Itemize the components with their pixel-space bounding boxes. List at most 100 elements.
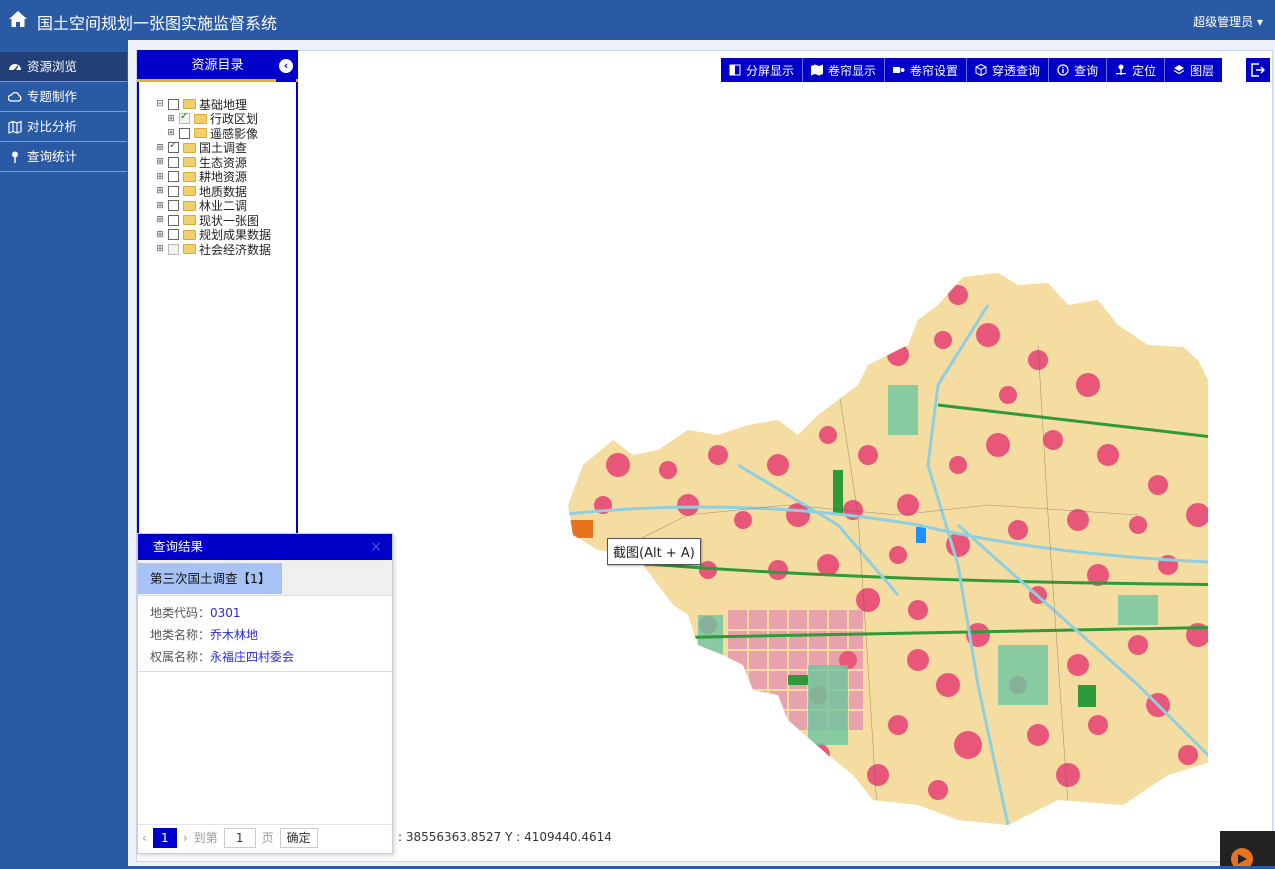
tree-checkbox[interactable] bbox=[168, 229, 179, 241]
tree-checkbox[interactable] bbox=[168, 156, 179, 168]
sidebar-item-label: 对比分析 bbox=[27, 118, 78, 134]
split-screen-button[interactable]: 分屏显示 bbox=[721, 58, 804, 82]
query-label: 查询 bbox=[1074, 63, 1099, 78]
map-toolbar: 分屏显示 卷帘显示 卷帘设置 穿透查询 查询 定位 图层 bbox=[721, 58, 1223, 82]
app-title: 国土空间规划一张图实施监督系统 bbox=[37, 14, 278, 33]
dashboard-icon bbox=[9, 63, 21, 71]
sidebar-item-label: 专题制作 bbox=[27, 88, 78, 104]
swipe-display-button[interactable]: 卷帘显示 bbox=[803, 58, 886, 82]
folder-icon bbox=[183, 186, 196, 197]
field-land-name: 地类名称：乔木林地 bbox=[138, 624, 392, 646]
close-icon[interactable]: × bbox=[370, 534, 382, 560]
tree-checkbox[interactable] bbox=[168, 214, 179, 226]
tree-checkbox[interactable] bbox=[168, 185, 179, 197]
swipe-display-label: 卷帘显示 bbox=[828, 63, 877, 78]
field-label: 地类代码： bbox=[150, 606, 211, 620]
tree-checkbox[interactable] bbox=[168, 140, 179, 154]
app-header: 国土空间规划一张图实施监督系统 超级管理员 ▾ bbox=[0, 0, 1275, 40]
sidebar: 资源浏览 专题制作 对比分析 查询统计 bbox=[0, 52, 127, 172]
tree-node-label: 社会经济数据 bbox=[199, 242, 272, 257]
page-unit-label: 页 bbox=[261, 831, 274, 845]
screenshot-tooltip: 截图(Alt + A) bbox=[607, 538, 701, 565]
pager: ‹ 1 › 到第 1 页 确定 bbox=[138, 824, 392, 850]
query-result-header: 查询结果 × bbox=[138, 534, 392, 560]
field-value: 0301 bbox=[210, 606, 241, 620]
swipe-settings-button[interactable]: 卷帘设置 bbox=[885, 58, 968, 82]
goto-label: 到第 bbox=[193, 831, 218, 845]
resource-tree-title: 资源目录 bbox=[191, 58, 244, 73]
tab-third-land-survey[interactable]: 第三次国土调查【1】 bbox=[138, 563, 283, 594]
expand-toggle-icon[interactable]: ⊞ bbox=[155, 230, 165, 240]
settings-icon bbox=[893, 67, 905, 73]
expand-toggle-icon[interactable]: ⊟ bbox=[155, 99, 165, 109]
sun-icon bbox=[1231, 848, 1253, 869]
field-label: 地类名称： bbox=[150, 628, 211, 642]
sidebar-item-label: 资源浏览 bbox=[27, 58, 78, 74]
result-tabbar: 第三次国土调查【1】 bbox=[138, 560, 392, 596]
tree-checkbox[interactable] bbox=[179, 127, 190, 139]
folder-icon bbox=[183, 171, 196, 182]
map-icon bbox=[8, 120, 22, 134]
sidebar-item-query-stats[interactable]: 查询统计 bbox=[0, 142, 127, 172]
tree-node[interactable]: ⊞ 社会经济数据 bbox=[155, 242, 305, 257]
layers-button[interactable]: 图层 bbox=[1165, 58, 1222, 82]
resource-tree-panel: ⊟基础地理⊞行政区划⊞遥感影像⊞国土调查⊞生态资源⊞耕地资源⊞地质数据⊞林业二调… bbox=[137, 50, 298, 540]
tree-checkbox[interactable] bbox=[168, 98, 179, 110]
exit-button[interactable] bbox=[1246, 58, 1270, 82]
tree-collapse-button[interactable]: ‹ bbox=[276, 50, 296, 82]
pin-icon bbox=[12, 151, 18, 163]
split-screen-label: 分屏显示 bbox=[746, 63, 795, 78]
expand-toggle-icon[interactable]: ⊞ bbox=[155, 244, 165, 254]
cloud-icon bbox=[8, 91, 22, 102]
page-input[interactable]: 1 bbox=[223, 827, 256, 848]
confirm-page-button[interactable]: 确定 bbox=[279, 827, 318, 848]
query-result-panel: 查询结果 × 第三次国土调查【1】 地类代码：0301 地类名称：乔木林地 权属… bbox=[137, 533, 393, 854]
swipe-map-icon bbox=[811, 64, 824, 76]
land-use-map[interactable] bbox=[428, 265, 1275, 860]
coordinate-readout: : 38556363.8527 Y : 4109440.4614 bbox=[398, 830, 612, 844]
expand-toggle-icon[interactable]: ⊞ bbox=[155, 215, 165, 225]
field-label: 权属名称： bbox=[150, 650, 211, 664]
home-icon[interactable] bbox=[8, 10, 28, 28]
tree-checkbox[interactable] bbox=[168, 200, 179, 212]
map-canvas[interactable] bbox=[428, 265, 1275, 860]
penetrate-query-label: 穿透查询 bbox=[992, 63, 1041, 78]
current-page[interactable]: 1 bbox=[152, 827, 177, 848]
folder-icon bbox=[183, 215, 196, 226]
locate-label: 定位 bbox=[1132, 63, 1157, 78]
user-menu[interactable]: 超级管理员 ▾ bbox=[1193, 13, 1263, 30]
expand-toggle-icon[interactable]: ⊞ bbox=[155, 172, 165, 182]
result-fields: 地类代码：0301 地类名称：乔木林地 权属名称：永福庄四村委会 bbox=[138, 596, 392, 672]
layers-label: 图层 bbox=[1190, 63, 1215, 78]
sidebar-item-thematic[interactable]: 专题制作 bbox=[0, 82, 127, 112]
swipe-settings-label: 卷帘设置 bbox=[910, 63, 959, 78]
field-owner-name: 权属名称：永福庄四村委会 bbox=[138, 646, 392, 668]
tree-checkbox[interactable] bbox=[168, 243, 179, 255]
expand-toggle-icon[interactable]: ⊞ bbox=[166, 114, 176, 124]
folder-icon bbox=[183, 157, 196, 168]
expand-toggle-icon[interactable]: ⊞ bbox=[155, 186, 165, 196]
expand-toggle-icon[interactable]: ⊞ bbox=[166, 128, 176, 138]
cube-icon bbox=[975, 64, 987, 76]
folder-icon bbox=[194, 113, 207, 124]
sidebar-item-compare[interactable]: 对比分析 bbox=[0, 112, 127, 142]
penetrate-query-button[interactable]: 穿透查询 bbox=[967, 58, 1050, 82]
folder-icon bbox=[194, 128, 207, 139]
query-button[interactable]: 查询 bbox=[1049, 58, 1108, 82]
info-icon bbox=[1057, 64, 1069, 76]
tree-checkbox[interactable] bbox=[179, 111, 190, 125]
main-content: ⊟基础地理⊞行政区划⊞遥感影像⊞国土调查⊞生态资源⊞耕地资源⊞地质数据⊞林业二调… bbox=[128, 40, 1275, 866]
resource-tree-header: 资源目录 bbox=[137, 50, 298, 82]
floating-widget[interactable] bbox=[1220, 831, 1275, 869]
next-page-icon[interactable]: › bbox=[183, 831, 188, 845]
locate-button[interactable]: 定位 bbox=[1107, 58, 1166, 82]
split-screen-icon bbox=[729, 64, 741, 76]
sidebar-item-resource-browse[interactable]: 资源浏览 bbox=[0, 52, 127, 82]
prev-page-icon[interactable]: ‹ bbox=[142, 831, 147, 845]
folder-icon bbox=[183, 142, 196, 153]
tree-checkbox[interactable] bbox=[168, 171, 179, 183]
expand-toggle-icon[interactable]: ⊞ bbox=[155, 143, 165, 153]
folder-icon bbox=[183, 200, 196, 211]
expand-toggle-icon[interactable]: ⊞ bbox=[155, 157, 165, 167]
expand-toggle-icon[interactable]: ⊞ bbox=[155, 201, 165, 211]
